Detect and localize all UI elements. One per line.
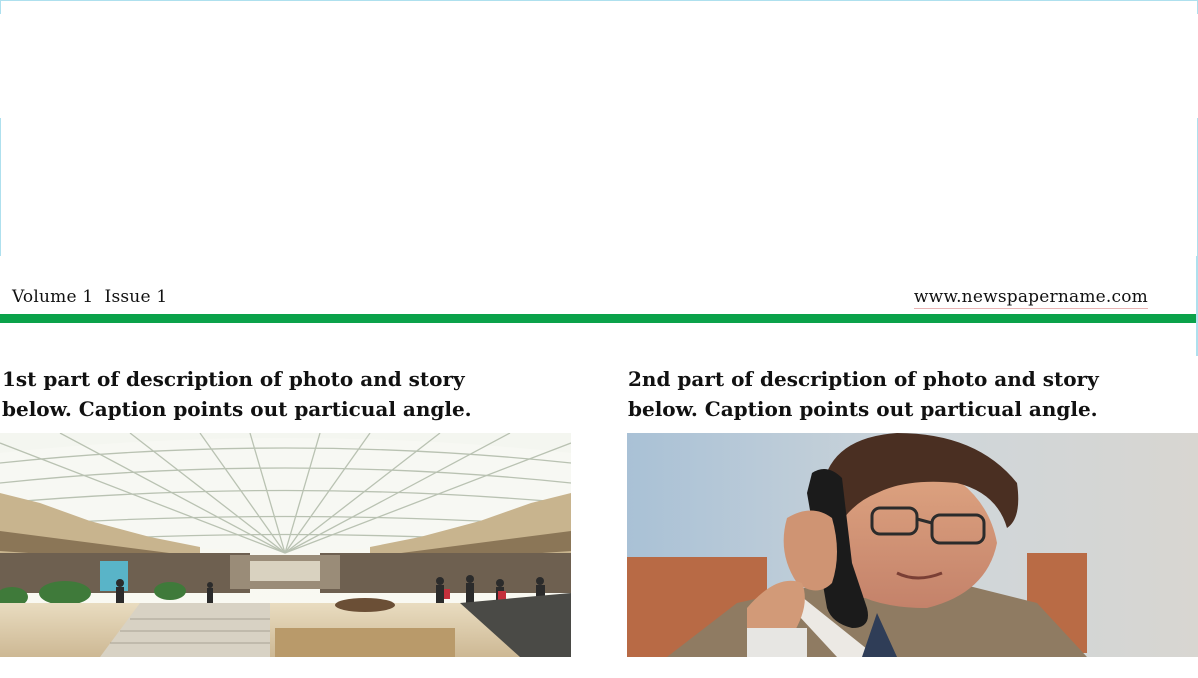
page-frame-left <box>0 0 1 14</box>
page-frame-left <box>0 118 1 256</box>
story-photo-phone-call <box>627 433 1198 657</box>
caption-line: below. Caption points out particual angl… <box>2 397 472 421</box>
photo-caption-1: 1st part of description of photo and sto… <box>2 364 582 424</box>
mall-atrium-image <box>0 433 571 657</box>
masthead-info-bar: Volume 1 Issue 1 www.newspapername.com <box>0 284 1196 312</box>
caption-line: 1st part of description of photo and sto… <box>2 367 465 391</box>
man-on-phone-image <box>627 433 1198 657</box>
caption-line: 2nd part of description of photo and sto… <box>628 367 1099 391</box>
page-frame-top <box>0 0 1198 1</box>
caption-line: below. Caption points out particual angl… <box>628 397 1098 421</box>
website-link[interactable]: www.newspapername.com <box>913 287 1148 309</box>
photo-caption-2: 2nd part of description of photo and sto… <box>628 364 1198 424</box>
story-photo-mall <box>0 433 571 657</box>
green-divider-rule <box>0 314 1196 323</box>
volume-issue-label: Volume 1 Issue 1 <box>12 287 168 307</box>
